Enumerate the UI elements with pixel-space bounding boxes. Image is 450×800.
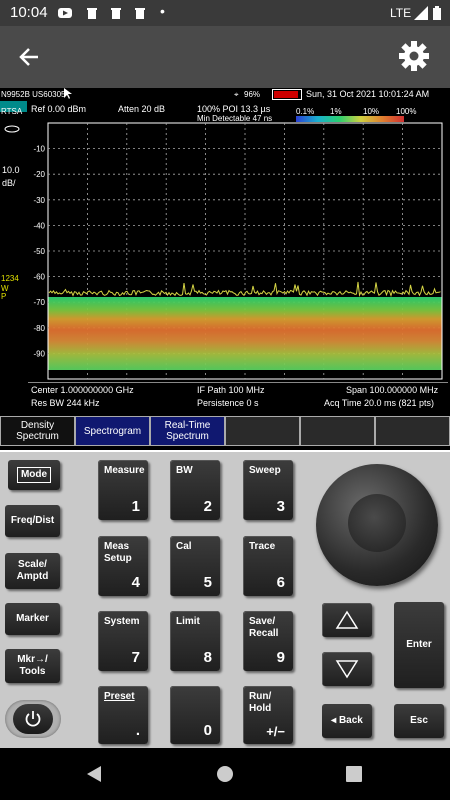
mkr-tools-key[interactable]: Mkr→/ Tools (5, 649, 60, 683)
span[interactable]: Span 100.000000 MHz (346, 385, 438, 395)
mode-key[interactable]: Mode (8, 460, 60, 490)
power-icon (25, 711, 41, 727)
y-tick-label: -20 (33, 170, 45, 179)
up-arrow-key[interactable] (322, 603, 372, 637)
app-bar (0, 26, 450, 88)
nav-home-icon[interactable] (216, 765, 234, 783)
reference-level: Ref 0.00 dBm (31, 104, 87, 114)
nav-recents-icon[interactable] (346, 766, 362, 782)
poi: 100% POI 13.3 µs (197, 104, 271, 114)
date-time: Sun, 31 Oct 2021 10:01:24 AM (306, 89, 430, 99)
softkey-4[interactable] (225, 416, 300, 446)
status-bar: 10:04 • LTE (0, 0, 450, 26)
system-key[interactable]: System 7 (98, 611, 148, 671)
y-tick-label: -50 (33, 247, 45, 256)
persist-tick: 10% (363, 107, 380, 116)
softkey-6[interactable] (375, 416, 450, 446)
arrow-down-icon (335, 660, 359, 679)
trace-ids: 1234 (1, 274, 19, 283)
cloud-icon (4, 125, 20, 133)
arrow-up-icon (335, 610, 359, 629)
bw-key[interactable]: BW 2 (170, 460, 220, 520)
mode-badge: RTSA (0, 101, 27, 116)
y-tick-label: -60 (33, 273, 45, 282)
y-axis-ticks: -10 -20 -30 -40 -50 -60 -70 -80 -90 (33, 145, 45, 359)
esc-key[interactable]: Esc (394, 704, 444, 738)
power-button[interactable] (5, 700, 61, 738)
gps-icon: ⌖ (234, 90, 239, 99)
nav-back-icon[interactable] (86, 765, 102, 783)
persistence-band (48, 297, 442, 370)
marker-key[interactable]: Marker (5, 603, 60, 635)
youtube-icon (58, 8, 72, 18)
y-tick-label: -10 (33, 145, 45, 154)
if-path: IF Path 100 MHz (197, 385, 265, 395)
network-type: LTE (390, 6, 412, 20)
trash-icon (87, 8, 97, 19)
battery-gauge-icon (272, 89, 302, 100)
center-frequency[interactable]: Center 1.000000000 GHz (31, 385, 134, 395)
acquisition-time: Acq Time 20.0 ms (821 pts) (324, 398, 435, 408)
sweep-key[interactable]: Sweep 3 (243, 460, 293, 520)
signal-icon (414, 6, 428, 20)
down-arrow-key[interactable] (322, 652, 372, 686)
persistence-time: Persistence 0 s (197, 398, 259, 408)
rotary-knob[interactable] (316, 464, 438, 586)
preset-key[interactable]: Preset. (98, 686, 148, 744)
softkey-density-spectrum[interactable]: Density Spectrum (0, 416, 75, 446)
battery-icon (433, 6, 441, 20)
trash-icon (135, 8, 145, 19)
back-arrow-icon[interactable] (18, 46, 40, 68)
y-tick-label: -40 (33, 221, 45, 230)
softkey-5[interactable] (300, 416, 375, 446)
spectrum-plot[interactable]: -10 -20 -30 -40 -50 -60 -70 -80 -90 (28, 116, 448, 380)
measure-key[interactable]: Measure 1 (98, 460, 148, 520)
battery-percent: 96% (244, 90, 261, 99)
y-tick-label: -70 (33, 298, 45, 307)
scale-value: 10.0 (2, 165, 20, 175)
meas-setup-key[interactable]: Meas Setup 4 (98, 536, 148, 596)
save-recall-key[interactable]: Save/ Recall 9 (243, 611, 293, 671)
y-tick-label: -90 (33, 349, 45, 358)
back-key[interactable]: ◂ Back (322, 704, 372, 738)
instrument-screen: N9952B US603⁠05 ⌖ 96% Sun, 31 Oct 2021 1… (0, 88, 450, 450)
zero-key[interactable]: 0 (170, 686, 220, 744)
softkey-real-time-spectrum[interactable]: Real-Time Spectrum (150, 416, 225, 446)
softkey-spectrogram[interactable]: Spectrogram (75, 416, 150, 446)
persist-tick: 0.1% (296, 107, 315, 116)
gear-icon[interactable] (398, 40, 430, 72)
scale-amptd-key[interactable]: Scale/ Amptd (5, 553, 60, 589)
limit-key[interactable]: Limit 8 (170, 611, 220, 671)
attenuation: Atten 20 dB (118, 104, 166, 114)
trace-wp: W P (1, 284, 9, 301)
scale-unit: dB/ (2, 178, 16, 188)
persist-tick: 1% (330, 107, 342, 116)
notification-dot-icon: • (160, 3, 165, 19)
freq-dist-key[interactable]: Freq/Dist (5, 505, 60, 537)
mouse-pointer-icon (64, 88, 72, 99)
y-tick-label: -80 (33, 324, 45, 333)
instrument-model: N9952B US603⁠05 (1, 90, 66, 99)
trash-icon (111, 8, 121, 19)
status-time: 10:04 (10, 4, 48, 21)
resolution-bandwidth[interactable]: Res BW 244 kHz (31, 398, 100, 408)
enter-key[interactable]: Enter (394, 602, 444, 688)
y-tick-label: -30 (33, 196, 45, 205)
run-hold-key[interactable]: Run/ Hold +/− (243, 686, 293, 744)
persist-tick: 100% (396, 107, 417, 116)
front-panel: Mode Freq/Dist Scale/ Amptd Marker Mkr→/… (0, 452, 450, 748)
trace-key[interactable]: Trace 6 (243, 536, 293, 596)
cal-key[interactable]: Cal 5 (170, 536, 220, 596)
navigation-bar (0, 748, 450, 800)
